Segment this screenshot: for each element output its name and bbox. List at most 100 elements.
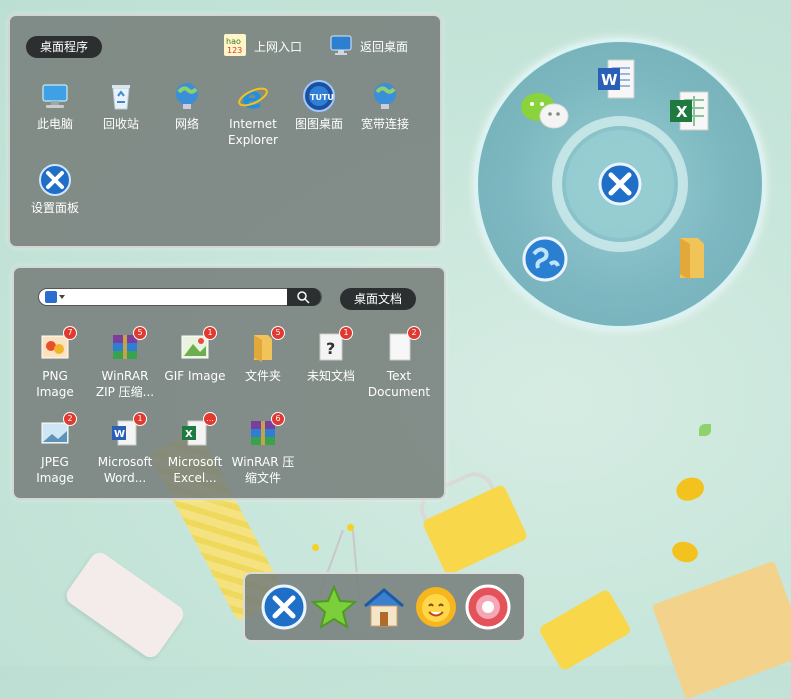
- star-icon[interactable]: [310, 584, 358, 630]
- png-icon: 7: [39, 326, 77, 364]
- desktop-item-this-pc[interactable]: 此电脑: [22, 80, 88, 132]
- doc-item-excel[interactable]: X... Microsoft Excel...: [162, 412, 228, 486]
- doc-item-png[interactable]: 7 PNG Image: [22, 326, 88, 400]
- excel-icon: X...: [179, 412, 217, 450]
- desktop-item-label: 宽带连接: [360, 117, 409, 131]
- desktop-item-internet-explorer[interactable]: e Internet Explorer: [220, 80, 286, 148]
- decor-pin-head: [312, 544, 319, 551]
- desktop-docs-title[interactable]: 桌面文档: [340, 288, 417, 310]
- desktop-item-network[interactable]: 网络: [154, 80, 220, 132]
- tutu-icon: TUTU: [303, 80, 335, 112]
- svg-text:TUTU: TUTU: [310, 93, 334, 102]
- doc-item-label: 未知文档: [306, 369, 355, 383]
- svg-text:123: 123: [227, 46, 242, 55]
- doc-item-label: Microsoft Excel...: [167, 455, 223, 485]
- svg-text:W: W: [601, 71, 618, 89]
- svg-text:W: W: [114, 429, 125, 440]
- svg-text:hao: hao: [226, 37, 241, 46]
- count-badge: 6: [271, 412, 285, 426]
- decor-pushpin: [673, 473, 707, 505]
- jpeg-icon: 2: [39, 412, 77, 450]
- doc-item-unknown[interactable]: ? 1 未知文档: [298, 326, 364, 384]
- decor-pin-head: [347, 524, 354, 531]
- winrar-icon: 6: [247, 412, 285, 450]
- decor-eraser: [62, 548, 188, 662]
- svg-text:X: X: [676, 103, 688, 121]
- desktop-item-label: 回收站: [102, 117, 139, 131]
- wechat-icon[interactable]: [520, 90, 572, 136]
- doc-item-gif[interactable]: 1 GIF Image: [162, 326, 228, 384]
- desktop-item-recycle-bin[interactable]: 回收站: [88, 80, 154, 132]
- decor-binder-clip: [537, 588, 633, 672]
- globe-icon[interactable]: [522, 236, 568, 286]
- winrar-icon: 5: [109, 326, 147, 364]
- count-badge: ...: [203, 412, 217, 426]
- svg-text:?: ?: [326, 339, 335, 358]
- word-icon[interactable]: W: [598, 58, 636, 106]
- doc-item-label: PNG Image: [36, 369, 74, 399]
- doc-item-folder[interactable]: 5 文件夹: [230, 326, 296, 384]
- doc-item-label: WinRAR ZIP 压缩...: [95, 369, 155, 399]
- search-icon: [297, 291, 310, 304]
- desktop-item-label: 网络: [174, 117, 199, 131]
- doc-item-label: JPEG Image: [36, 455, 74, 485]
- decor-pushpin: [669, 538, 701, 566]
- count-badge: 2: [407, 326, 421, 340]
- doc-item-jpeg[interactable]: 2 JPEG Image: [22, 412, 88, 486]
- doc-item-label: GIF Image: [164, 369, 226, 383]
- decor-leaf: [699, 424, 711, 436]
- hao123-icon: hao 123: [224, 34, 246, 59]
- search-box: [38, 288, 322, 306]
- decor-box: [651, 560, 791, 699]
- folder-icon: 5: [247, 326, 285, 364]
- recycle-bin-icon: [105, 80, 137, 112]
- desktop-item-label: 图图桌面: [294, 117, 343, 131]
- monitor-icon: [330, 34, 352, 59]
- word-icon: W1: [109, 412, 147, 450]
- desktop-item-label: 设置面板: [30, 201, 79, 215]
- desktop-item-broadband[interactable]: 宽带连接: [352, 80, 418, 132]
- doc-item-label: 文件夹: [244, 369, 281, 383]
- desktop-item-label: 此电脑: [36, 117, 73, 131]
- search-button[interactable]: [287, 288, 321, 306]
- count-badge: 7: [63, 326, 77, 340]
- desktop-programs-title[interactable]: 桌面程序: [26, 36, 103, 58]
- text-file-icon: 2: [383, 326, 421, 364]
- doc-item-winrar-zip[interactable]: 5 WinRAR ZIP 压缩...: [92, 326, 158, 400]
- doc-item-word[interactable]: W1 Microsoft Word...: [92, 412, 158, 486]
- dock-bar: [243, 572, 526, 642]
- gif-icon: 1: [179, 326, 217, 364]
- search-input[interactable]: [69, 290, 283, 306]
- desktop-item-label: Internet Explorer: [228, 117, 278, 147]
- computer-icon: [39, 80, 71, 112]
- desktop-docs-panel: 桌面文档 7 PNG Image 5 WinRAR ZIP 压缩... 1 GI…: [12, 266, 446, 500]
- network-icon: [171, 80, 203, 112]
- broadband-icon: [369, 80, 401, 112]
- desktop-item-tutu-desktop[interactable]: TUTU 图图桌面: [286, 80, 352, 132]
- doc-item-winrar[interactable]: 6 WinRAR 压缩文件: [230, 412, 296, 486]
- back-to-desktop-link[interactable]: 返回桌面: [330, 34, 408, 59]
- house-icon[interactable]: [361, 584, 407, 630]
- excel-icon[interactable]: X: [670, 90, 710, 136]
- svg-text:X: X: [185, 429, 193, 440]
- tools-icon[interactable]: [261, 584, 307, 630]
- candy-icon[interactable]: [465, 584, 511, 630]
- tools-icon[interactable]: [598, 162, 642, 210]
- chevron-down-icon[interactable]: [59, 295, 65, 299]
- doc-item-text[interactable]: 2 Text Document: [366, 326, 432, 400]
- doc-item-label: Text Document: [367, 369, 431, 399]
- doc-item-label: Microsoft Word...: [97, 455, 153, 485]
- count-badge: 1: [133, 412, 147, 426]
- settings-icon: [39, 164, 71, 196]
- back-to-desktop-label: 返回桌面: [360, 40, 409, 54]
- count-badge: 5: [133, 326, 147, 340]
- count-badge: 1: [339, 326, 353, 340]
- internet-entry-link[interactable]: hao 123 上网入口: [224, 34, 302, 59]
- search-engine-icon[interactable]: [45, 291, 57, 303]
- doc-item-label: WinRAR 压缩文件: [231, 455, 295, 485]
- count-badge: 2: [63, 412, 77, 426]
- folder-icon[interactable]: [672, 234, 710, 284]
- internet-entry-label: 上网入口: [254, 40, 303, 54]
- sun-icon[interactable]: [413, 584, 459, 630]
- desktop-item-settings-panel[interactable]: 设置面板: [22, 164, 88, 216]
